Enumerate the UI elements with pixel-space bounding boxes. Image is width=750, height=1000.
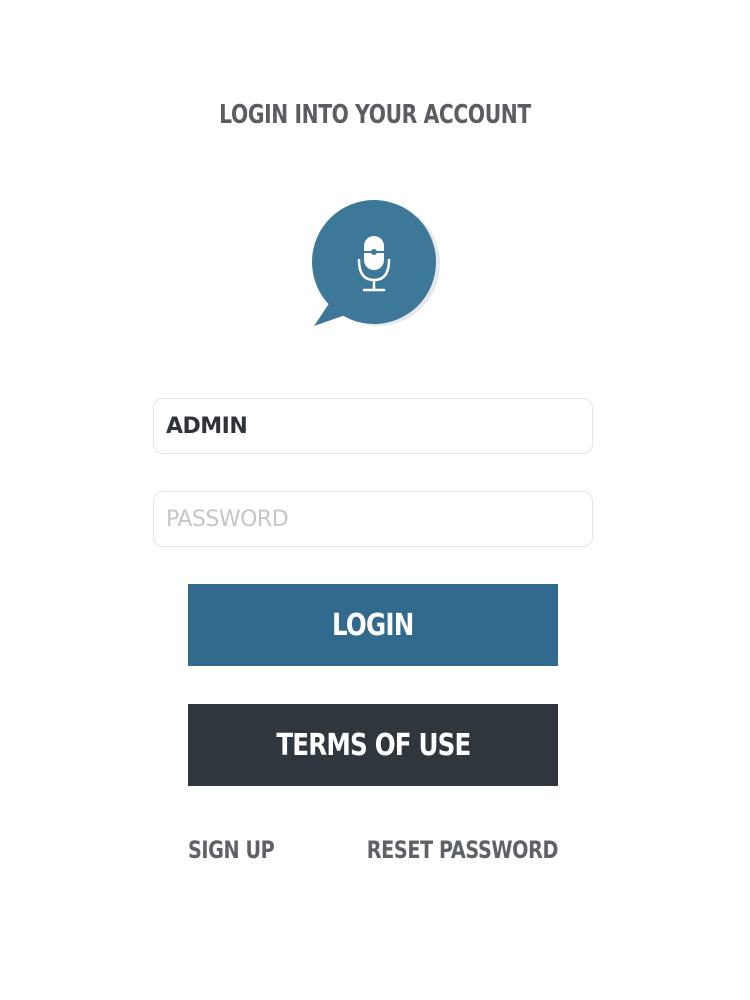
app-logo xyxy=(308,200,442,334)
password-input[interactable] xyxy=(153,491,593,547)
reset-password-link[interactable]: RESET PASSWORD xyxy=(319,836,559,864)
sign-up-link-label: SIGN UP xyxy=(188,836,275,864)
page-title: LOGIN INTO YOUR ACCOUNT xyxy=(219,100,531,130)
reset-password-link-label: RESET PASSWORD xyxy=(366,836,559,864)
microphone-icon xyxy=(312,200,440,326)
username-input[interactable] xyxy=(153,398,593,454)
login-button[interactable]: LOGIN xyxy=(188,584,558,666)
login-button-label: LOGIN xyxy=(332,607,414,643)
terms-of-use-button-label: TERMS OF USE xyxy=(275,727,471,763)
terms-of-use-button[interactable]: TERMS OF USE xyxy=(188,704,558,786)
sign-up-link[interactable]: SIGN UP xyxy=(188,836,296,864)
